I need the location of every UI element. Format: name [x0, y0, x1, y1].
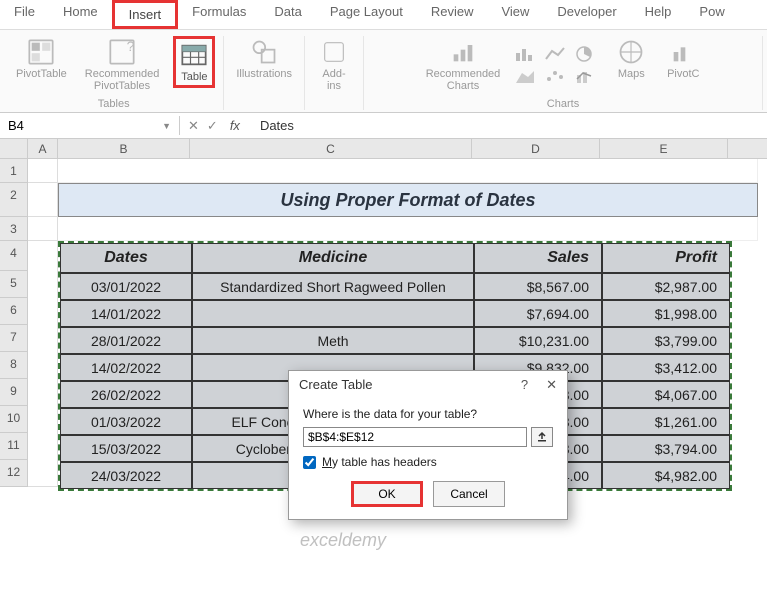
row-6[interactable]: 6	[0, 298, 28, 325]
dialog-close-icon[interactable]: ✕	[546, 377, 557, 393]
header-dates[interactable]: Dates	[60, 243, 192, 273]
cell[interactable]: $10,231.00	[474, 327, 602, 354]
fx-icon[interactable]: fx	[226, 118, 244, 133]
dialog-question: Where is the data for your table?	[303, 407, 553, 421]
tab-insert[interactable]: Insert	[112, 0, 179, 29]
row-10[interactable]: 10	[0, 406, 28, 433]
cancel-formula-icon[interactable]: ✕	[188, 118, 199, 134]
recommended-charts-button[interactable]: Recommended Charts	[422, 36, 505, 94]
cell[interactable]: 24/03/2022	[60, 462, 192, 489]
pie-chart-icon[interactable]	[574, 45, 596, 63]
cell[interactable]: 15/03/2022	[60, 435, 192, 462]
cell[interactable]: 28/01/2022	[60, 327, 192, 354]
cell[interactable]: $1,998.00	[602, 300, 730, 327]
table-row[interactable]: 03/01/2022Standardized Short Ragweed Pol…	[60, 273, 730, 300]
formula-bar[interactable]: Dates	[252, 118, 767, 133]
ribbon-tabs: File Home Insert Formulas Data Page Layo…	[0, 0, 767, 30]
addins-button[interactable]: Add- ins	[313, 36, 355, 94]
header-medicine[interactable]: Medicine	[192, 243, 474, 273]
cell[interactable]: $7,694.00	[474, 300, 602, 327]
accept-formula-icon[interactable]: ✓	[207, 118, 218, 134]
tab-developer[interactable]: Developer	[543, 0, 630, 29]
ok-button[interactable]: OK	[351, 481, 423, 507]
cell[interactable]: 26/02/2022	[60, 381, 192, 408]
watermark: exceldemy	[300, 530, 386, 551]
sheet-title[interactable]: Using Proper Format of Dates	[58, 183, 758, 217]
row-1[interactable]: 1	[0, 159, 28, 183]
table-row[interactable]: 14/01/2022 $7,694.00$1,998.00	[60, 300, 730, 327]
headers-checkbox[interactable]	[303, 456, 316, 469]
row-11[interactable]: 11	[0, 433, 28, 460]
tab-help[interactable]: Help	[631, 0, 686, 29]
charts-group-label: Charts	[547, 98, 579, 110]
row-2[interactable]: 2	[0, 183, 28, 217]
cell[interactable]: 01/03/2022	[60, 408, 192, 435]
cell[interactable]: 14/01/2022	[60, 300, 192, 327]
ribbon-insert: PivotTable ? Recommended PivotTables Tab…	[0, 30, 767, 113]
row-7[interactable]: 7	[0, 325, 28, 352]
line-chart-icon[interactable]	[544, 45, 566, 63]
cell[interactable]: 14/02/2022	[60, 354, 192, 381]
cell[interactable]: $1,261.00	[602, 408, 730, 435]
name-box[interactable]: B4▼	[0, 116, 180, 135]
select-all[interactable]	[0, 139, 28, 158]
cell[interactable]: $3,794.00	[602, 435, 730, 462]
cell[interactable]: Meth	[192, 327, 474, 354]
tab-power[interactable]: Pow	[685, 0, 738, 29]
tab-formulas[interactable]: Formulas	[178, 0, 260, 29]
tab-page-layout[interactable]: Page Layout	[316, 0, 417, 29]
range-input[interactable]	[303, 427, 527, 447]
area-chart-icon[interactable]	[514, 67, 536, 85]
tables-group-label: Tables	[98, 98, 130, 110]
create-table-dialog: Create Table ? ✕ Where is the data for y…	[288, 370, 568, 520]
cancel-button[interactable]: Cancel	[433, 481, 505, 507]
cell[interactable]: Standardized Short Ragweed Pollen	[192, 273, 474, 300]
col-d[interactable]: D	[472, 139, 600, 158]
range-select-icon[interactable]	[531, 427, 553, 447]
maps-button[interactable]: Maps	[610, 36, 652, 82]
headers-checkbox-label: My table has headers	[322, 455, 437, 469]
dialog-title: Create Table	[299, 377, 372, 393]
cell[interactable]: $4,067.00	[602, 381, 730, 408]
col-e[interactable]: E	[600, 139, 728, 158]
recommended-pivottables-button[interactable]: ? Recommended PivotTables	[81, 36, 164, 94]
cell[interactable]: $3,799.00	[602, 327, 730, 354]
bar-chart-icon[interactable]	[514, 45, 536, 63]
svg-text:?: ?	[127, 38, 135, 54]
table-row[interactable]: 28/01/2022Meth$10,231.00$3,799.00	[60, 327, 730, 354]
cell[interactable]: $3,412.00	[602, 354, 730, 381]
cell[interactable]: 03/01/2022	[60, 273, 192, 300]
chevron-down-icon[interactable]: ▼	[162, 121, 171, 131]
cell[interactable]: $4,982.00	[602, 462, 730, 489]
tab-file[interactable]: File	[0, 0, 49, 29]
row-9[interactable]: 9	[0, 379, 28, 406]
pivotchart-button[interactable]: PivotC	[662, 36, 704, 82]
cell[interactable]: $2,987.00	[602, 273, 730, 300]
col-b[interactable]: B	[58, 139, 190, 158]
scatter-chart-icon[interactable]	[544, 67, 566, 85]
row-4[interactable]: 4	[0, 241, 28, 271]
row-12[interactable]: 12	[0, 460, 28, 487]
header-profit[interactable]: Profit	[602, 243, 730, 273]
tab-data[interactable]: Data	[260, 0, 315, 29]
cell[interactable]	[192, 300, 474, 327]
cell[interactable]: $8,567.00	[474, 273, 602, 300]
row-8[interactable]: 8	[0, 352, 28, 379]
col-c[interactable]: C	[190, 139, 472, 158]
combo-chart-icon[interactable]	[574, 67, 596, 85]
illustrations-button[interactable]: Illustrations	[232, 36, 296, 82]
table-button[interactable]: Table	[173, 36, 215, 88]
col-a[interactable]: A	[28, 139, 58, 158]
dialog-help-icon[interactable]: ?	[521, 377, 528, 393]
row-3[interactable]: 3	[0, 217, 28, 241]
chart-gallery[interactable]	[514, 45, 600, 85]
row-5[interactable]: 5	[0, 271, 28, 298]
tab-view[interactable]: View	[487, 0, 543, 29]
header-sales[interactable]: Sales	[474, 243, 602, 273]
tab-review[interactable]: Review	[417, 0, 488, 29]
pivottable-button[interactable]: PivotTable	[12, 36, 71, 82]
tab-home[interactable]: Home	[49, 0, 112, 29]
